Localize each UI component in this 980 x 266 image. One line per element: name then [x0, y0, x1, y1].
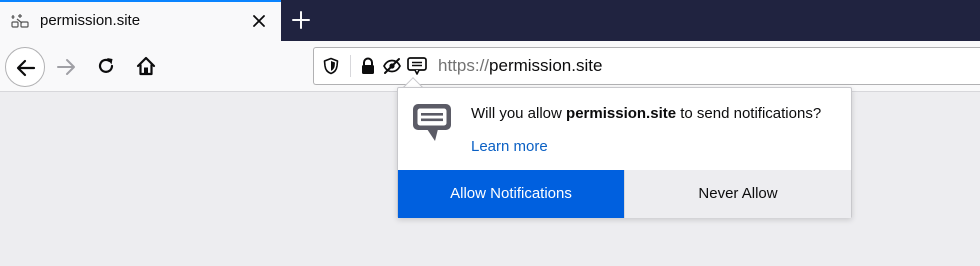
popup-site-name: permission.site [566, 105, 677, 122]
new-tab-icon[interactable] [290, 9, 312, 31]
url-text[interactable]: https://permission.site [438, 56, 602, 76]
close-tab-icon[interactable] [250, 12, 268, 30]
site-permissions-icon [11, 14, 29, 28]
tracking-blocked-icon[interactable] [382, 56, 402, 76]
active-tab[interactable]: permission.site [0, 0, 281, 41]
url-scheme: https:// [438, 56, 490, 75]
reload-icon[interactable] [95, 55, 117, 77]
forward-arrow-icon[interactable] [55, 56, 77, 78]
tab-title: permission.site [40, 12, 141, 29]
popup-message: Will you allow permission.site to send n… [471, 105, 821, 122]
notification-permission-popup: Will you allow permission.site to send n… [397, 87, 852, 218]
back-arrow-icon [16, 59, 36, 77]
url-bar-divider [350, 55, 351, 77]
back-button[interactable] [5, 47, 45, 87]
shield-icon[interactable] [322, 57, 340, 75]
notification-bubble-icon [413, 104, 451, 141]
url-host: permission.site [489, 56, 603, 75]
popup-button-row: Allow Notifications Never Allow [398, 170, 851, 218]
home-icon[interactable] [135, 55, 157, 77]
navigation-toolbar: https://permission.site [0, 41, 980, 92]
notification-permission-icon[interactable] [406, 56, 428, 76]
lock-icon[interactable] [359, 57, 377, 75]
popup-message-suffix: to send notifications? [676, 105, 822, 122]
popup-message-prefix: Will you allow [471, 105, 567, 122]
tab-active-indicator [0, 0, 281, 2]
tab-strip: permission.site [0, 0, 980, 41]
never-allow-button[interactable]: Never Allow [624, 170, 851, 218]
learn-more-link[interactable]: Learn more [471, 138, 548, 155]
allow-notifications-button[interactable]: Allow Notifications [398, 170, 624, 218]
